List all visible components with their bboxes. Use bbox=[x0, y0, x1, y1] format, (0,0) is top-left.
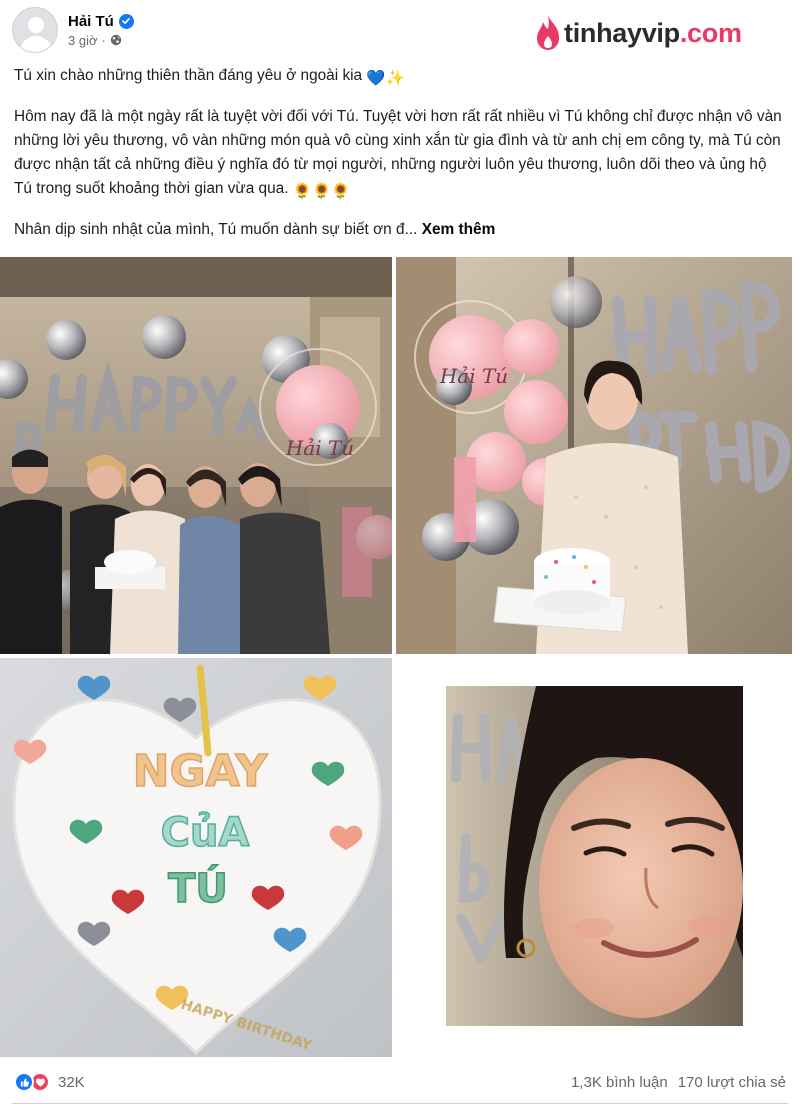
post-greeting: Tú xin chào những thiên thần đáng yêu ở … bbox=[14, 64, 786, 91]
balloon-name-text: Hải Tú bbox=[285, 436, 354, 460]
footer-divider bbox=[12, 1103, 788, 1104]
watermark-logo: tinhayvip .com bbox=[533, 14, 742, 52]
post-paragraph-3: Nhân dịp sinh nhật của mình, Tú muốn dàn… bbox=[14, 221, 496, 238]
flame-icon bbox=[537, 15, 559, 50]
verified-badge-icon bbox=[118, 13, 134, 29]
photo-heart-cake[interactable]: NGAY CủA TÚ HAPPY BIRTHDAY bbox=[0, 658, 392, 1057]
post-meta: Hải Tú 3 giờ · bbox=[68, 13, 134, 48]
facebook-post: Hải Tú 3 giờ · tinhayvip .com Tú xin chà… bbox=[0, 0, 800, 1109]
watermark-brand: tinhayvip bbox=[564, 17, 680, 48]
like-icon bbox=[14, 1072, 34, 1092]
photo-group-celebration[interactable]: Hải Tú bbox=[0, 257, 392, 654]
reactions-summary[interactable]: 32K bbox=[14, 1072, 85, 1092]
post-time[interactable]: 3 giờ bbox=[68, 33, 98, 48]
author-name[interactable]: Hải Tú bbox=[68, 13, 114, 30]
photo-girl-with-cake[interactable]: Hải Tú bbox=[396, 257, 792, 654]
photo-selfie[interactable] bbox=[396, 658, 792, 1057]
watermark-domain: .com bbox=[679, 17, 742, 48]
post-stats: 1,3K bình luận 170 lượt chia sẻ bbox=[571, 1074, 786, 1091]
svg-text:Hải Tú: Hải Tú bbox=[439, 364, 508, 388]
cake-text-line3: TÚ bbox=[168, 864, 228, 912]
heart-sparkle-emoji: 💙✨ bbox=[366, 70, 405, 87]
sunflower-emoji: 🌻🌻🌻 bbox=[292, 183, 351, 200]
cake-text-line2: CủA bbox=[161, 810, 250, 856]
reaction-count: 32K bbox=[58, 1073, 85, 1091]
author-avatar[interactable] bbox=[12, 7, 58, 53]
see-more-link[interactable]: Xem thêm bbox=[422, 221, 496, 238]
cake-text-line1: NGAY bbox=[133, 746, 269, 797]
comment-count-link[interactable]: 1,3K bình luận bbox=[571, 1074, 668, 1091]
post-footer: 32K 1,3K bình luận 170 lượt chia sẻ bbox=[0, 1063, 800, 1101]
share-count-link[interactable]: 170 lượt chia sẻ bbox=[678, 1074, 786, 1091]
post-paragraph-2: Hôm nay đã là một ngày rất là tuyệt vời … bbox=[14, 105, 786, 204]
photo-grid: Hải Tú Hải Tú NGAY CủA TÚ HAPPY BIRTHDAY bbox=[0, 257, 800, 1057]
post-text: Tú xin chào những thiên thần đáng yêu ở … bbox=[14, 64, 786, 256]
post-header: Hải Tú 3 giờ · bbox=[12, 6, 134, 54]
globe-icon bbox=[110, 34, 122, 46]
